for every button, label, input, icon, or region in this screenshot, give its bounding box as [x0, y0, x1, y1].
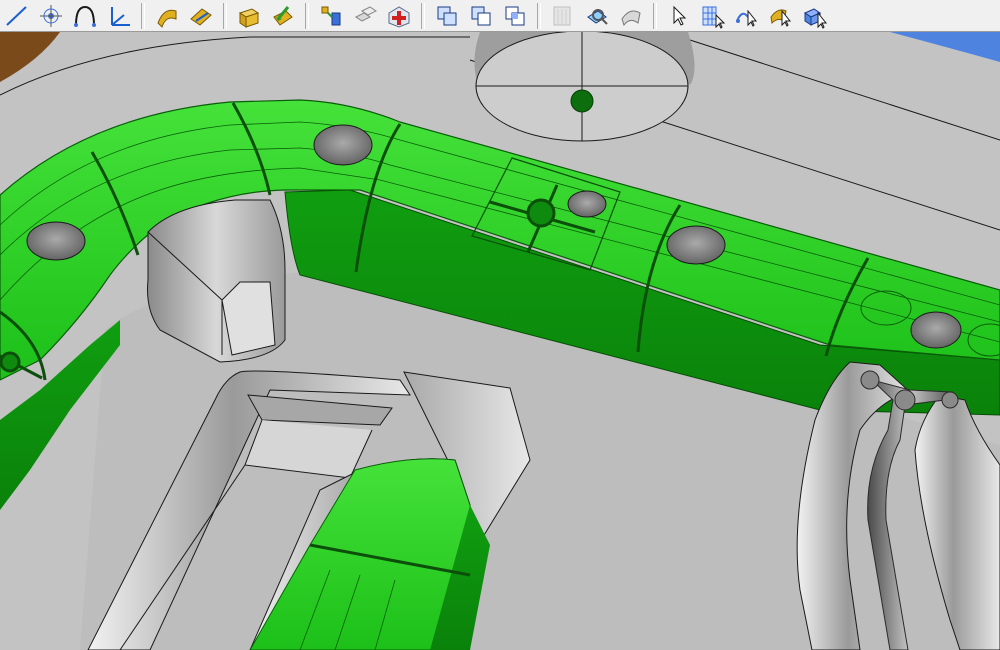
sweep-surface-icon [157, 9, 177, 28]
copy-bodies-button[interactable] [350, 2, 380, 30]
boolean-intersect-button[interactable] [500, 2, 530, 30]
pull-face-button[interactable] [268, 2, 298, 30]
heal-geometry-icon [388, 5, 410, 28]
select-surface-icon [770, 8, 792, 27]
select-solid-icon [803, 7, 828, 29]
select-arrow-icon [673, 5, 687, 26]
toolbar-separator [141, 2, 145, 29]
heal-geometry-button[interactable] [384, 2, 414, 30]
toolbar-separator [223, 2, 227, 29]
arc-icon [74, 5, 96, 27]
copy-bodies-icon [355, 5, 377, 22]
model-scene [0, 32, 1000, 650]
assembly-button[interactable] [316, 2, 346, 30]
analyze-geometry-button[interactable] [582, 2, 612, 30]
select-solid-button[interactable] [800, 2, 830, 30]
main-toolbar [0, 0, 1000, 32]
surface-check-icon [621, 10, 641, 26]
boolean-union-button[interactable] [432, 2, 462, 30]
line-button[interactable] [2, 2, 32, 30]
assembly-icon [321, 6, 341, 25]
sweep-surface-button[interactable] [152, 2, 182, 30]
boolean-union-icon [437, 6, 457, 25]
section-view-button[interactable] [548, 2, 578, 30]
point-button[interactable] [36, 2, 66, 30]
line-icon [6, 5, 27, 26]
select-surface-button[interactable] [766, 2, 796, 30]
coordinate-system-button[interactable] [104, 2, 134, 30]
section-view-icon [553, 6, 571, 25]
surface-check-button[interactable] [616, 2, 646, 30]
trim-surface-icon [190, 7, 212, 26]
select-arrow-button[interactable] [664, 2, 694, 30]
point-icon [40, 4, 62, 27]
boolean-intersect-icon [505, 6, 525, 25]
pull-face-icon [273, 5, 293, 26]
select-mesh-button[interactable] [698, 2, 728, 30]
trim-surface-button[interactable] [186, 2, 216, 30]
extrude-solid-button[interactable] [234, 2, 264, 30]
3d-viewport[interactable] [0, 32, 1000, 650]
extrude-solid-icon [238, 7, 260, 28]
select-curve-button[interactable] [732, 2, 762, 30]
toolbar-separator [537, 2, 541, 29]
boolean-subtract-icon [471, 6, 491, 25]
boolean-subtract-button[interactable] [466, 2, 496, 30]
select-mesh-icon [702, 6, 726, 29]
toolbar-separator [653, 2, 657, 29]
toolbar-separator [421, 2, 425, 29]
toolbar-separator [305, 2, 309, 29]
coordinate-system-icon [111, 6, 130, 26]
select-curve-icon [736, 9, 758, 27]
analyze-geometry-icon [587, 8, 608, 25]
arc-button[interactable] [70, 2, 100, 30]
